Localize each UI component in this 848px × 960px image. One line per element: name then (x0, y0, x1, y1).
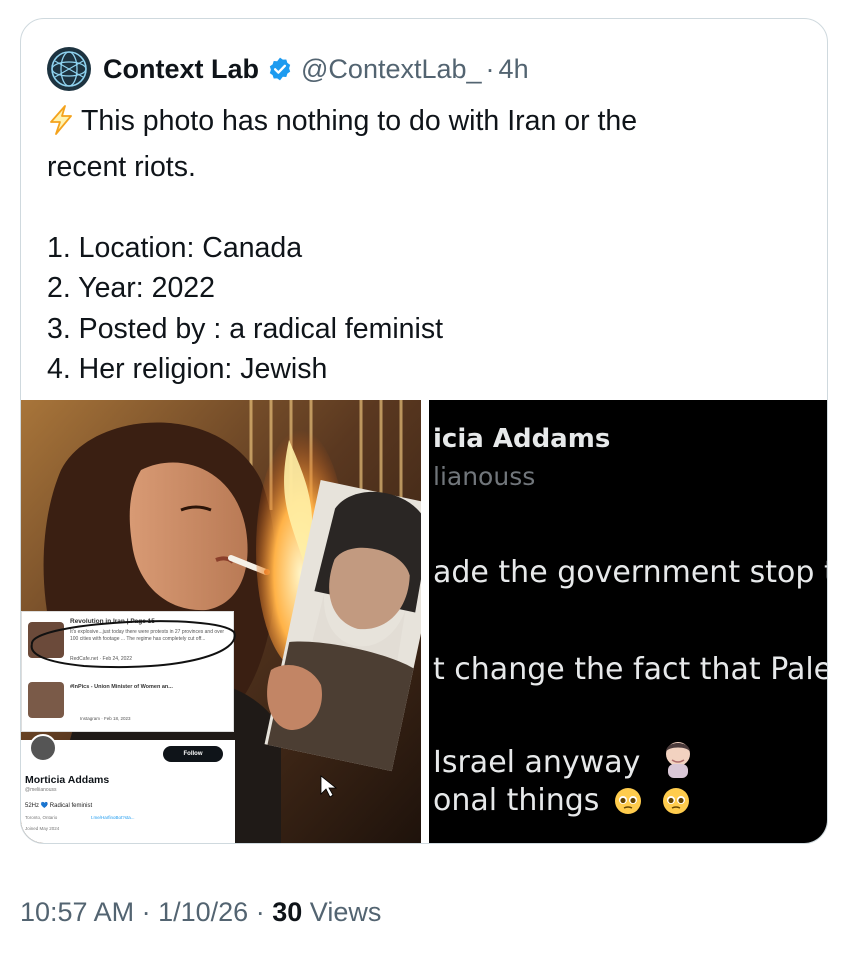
profile-link: t.me/HarfinoBot?sta... (91, 815, 135, 820)
views-label[interactable]: Views (310, 897, 382, 927)
screenshot-line-1: ade the government stop th (433, 555, 828, 590)
media-photo-right[interactable]: icia Addams lianouss ade the government … (429, 400, 828, 843)
result-source-2: Instagram · Feb 18, 2023 (80, 716, 131, 721)
header-separator: · (485, 53, 495, 84)
tweet-footer-meta: 10:57 AM · 1/10/26 · 30 Views (20, 897, 381, 928)
tweet-header: Context Lab @ContextLab_ · 4h (47, 47, 529, 91)
post-time[interactable]: 10:57 AM (20, 897, 134, 927)
lightning-bolt-icon (47, 105, 75, 147)
profile-bio: 52Hz 💙 Radical feminist (25, 803, 93, 809)
profile-card-inset: Follow Morticia Addams @meliianouss 52Hz… (21, 734, 235, 843)
pleading-face-emoji-icon (661, 786, 691, 824)
handdrawn-circle-annotation (30, 620, 236, 669)
profile-name: Morticia Addams (25, 774, 110, 786)
woman-facepalm-emoji-icon (660, 738, 696, 786)
tweet-line-religion: 4. Her religion: Jewish (47, 353, 328, 385)
tweet-line-1: This photo has nothing to do with Iran o… (47, 101, 817, 147)
tweet-line-posted-by: 3. Posted by : a radical feminist (47, 312, 444, 345)
quoted-tweet-card[interactable]: Context Lab @ContextLab_ · 4h This photo… (20, 18, 828, 844)
profile-location: Toronto, Ontario (25, 815, 58, 820)
post-date[interactable]: 1/10/26 (158, 897, 248, 927)
search-results-inset: Revolution in Iran | Page 15 It's explos… (21, 611, 236, 732)
screenshot-line-2: t change the fact that Pales (433, 652, 828, 687)
tweet-line-year: 2. Year: 2022 (47, 272, 215, 304)
footer-separator: · (141, 897, 151, 927)
pleading-face-emoji-icon (613, 786, 643, 824)
profile-avatar (29, 734, 57, 762)
screenshot-line-4: onal things (433, 783, 691, 824)
result-thumbnail-2 (28, 682, 64, 718)
screenshot-handle: lianouss (433, 462, 536, 491)
tweet-body: This photo has nothing to do with Iran o… (47, 101, 817, 390)
profile-handle: @meliianouss (25, 787, 57, 793)
tweet-line-location: 1. Location: Canada (47, 231, 303, 264)
screenshot-name: icia Addams (433, 424, 611, 454)
tweet-media[interactable]: Revolution in Iran | Page 15 It's explos… (21, 400, 828, 843)
footer-separator: · (255, 897, 265, 927)
avatar[interactable] (47, 47, 91, 91)
profile-joined: Joined May 2024 (25, 826, 60, 831)
verified-badge-icon (267, 56, 293, 82)
globe-logo-icon (51, 51, 87, 87)
result-title-2: #InPics - Union Minister of Women an... (70, 684, 173, 690)
media-photo-left[interactable]: Revolution in Iran | Page 15 It's explos… (21, 400, 421, 843)
tweet-line-2: recent riots. (47, 150, 196, 183)
author-handle[interactable]: @ContextLab_ (301, 54, 482, 85)
author-display-name[interactable]: Context Lab (103, 54, 259, 85)
tweet-time-ago[interactable]: 4h (499, 54, 529, 85)
tweet-line-spacer (47, 187, 817, 228)
screenshot-line-3: Israel anyway (433, 738, 696, 786)
views-count[interactable]: 30 (272, 897, 302, 927)
follow-button: Follow (163, 746, 223, 762)
